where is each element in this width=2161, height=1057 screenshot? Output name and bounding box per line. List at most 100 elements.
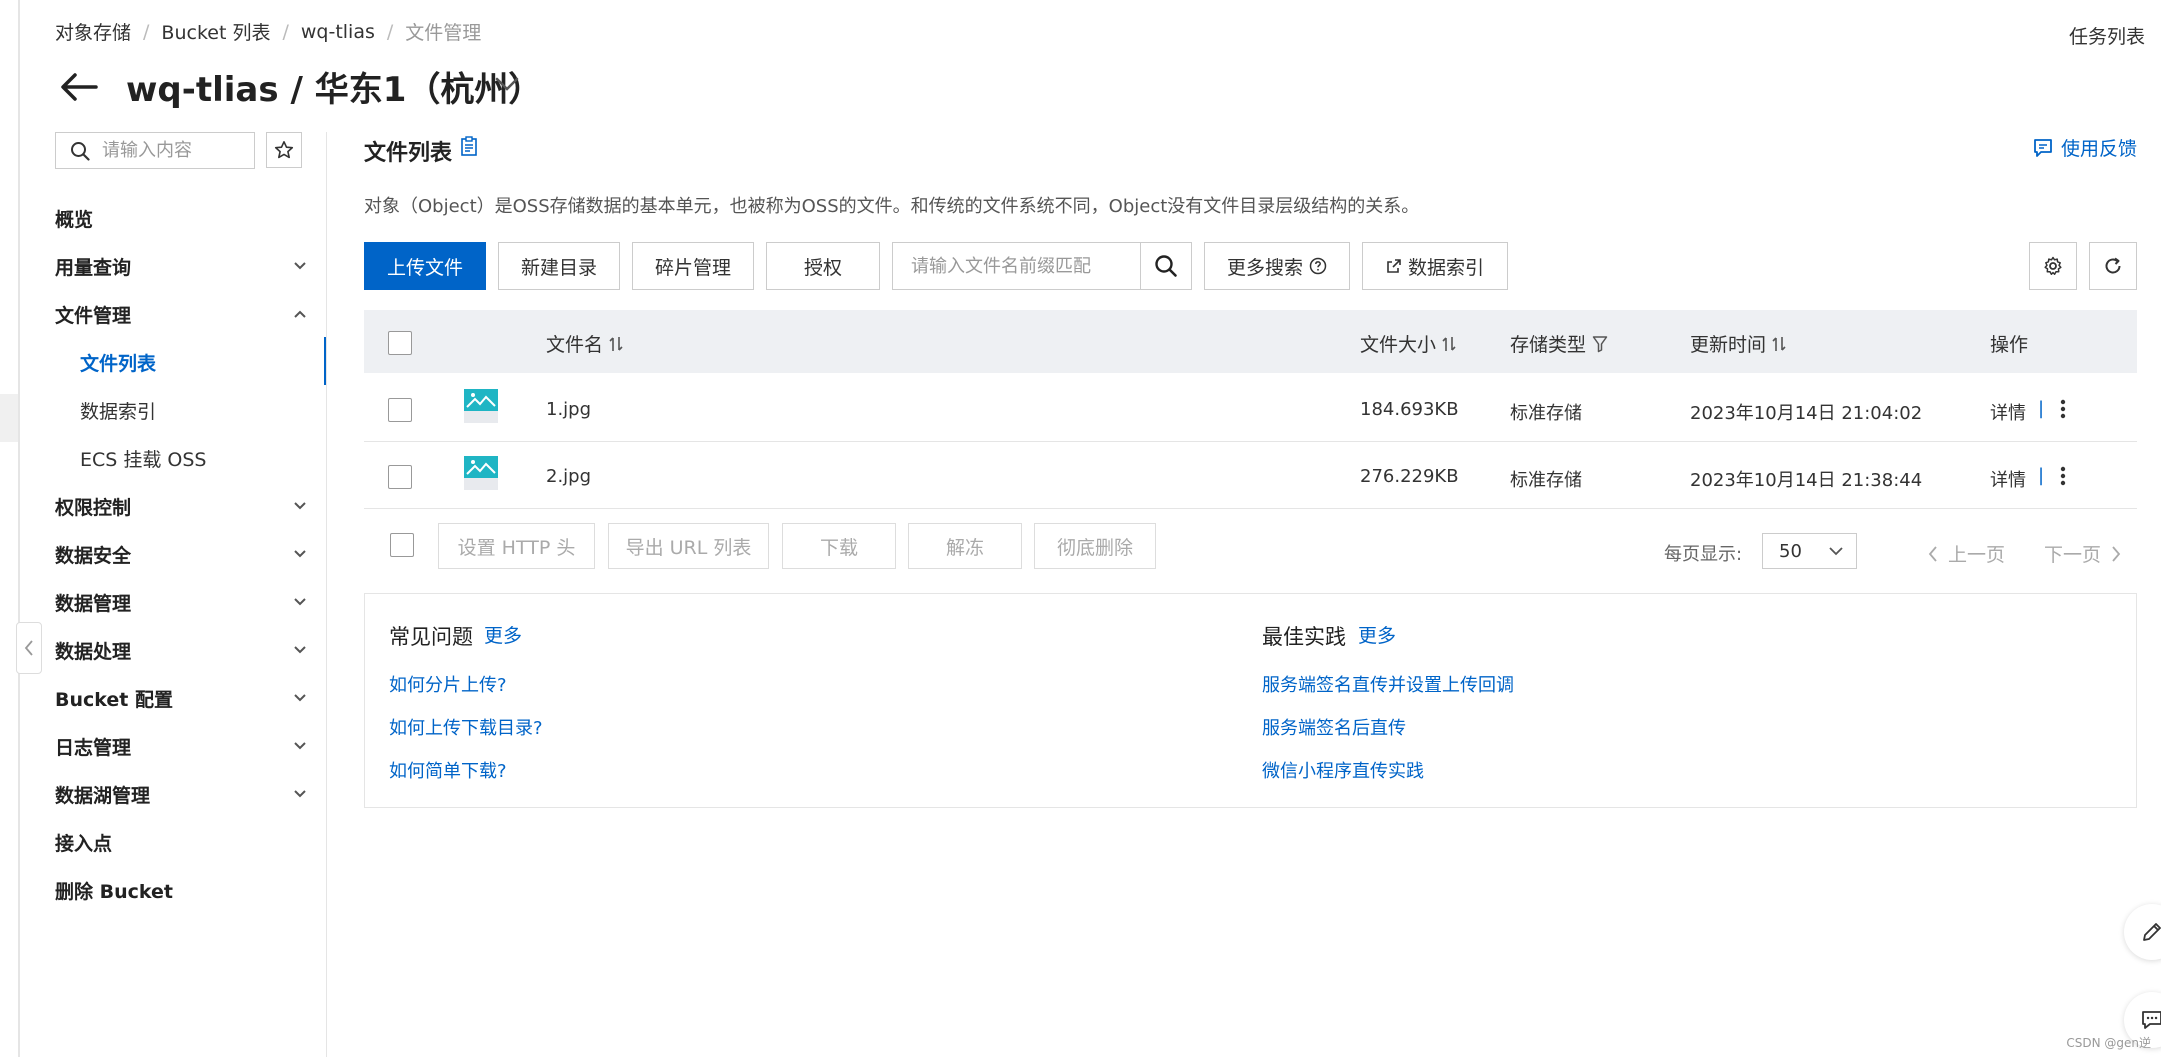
sidebar-item-log-management[interactable]: 日志管理 (55, 726, 315, 766)
page-size-label: 每页显示: (1664, 544, 1743, 565)
left-edge-line (18, 0, 20, 1057)
back-arrow-icon[interactable] (60, 72, 98, 102)
column-header-name[interactable]: 文件名 (546, 330, 623, 357)
region-switch-chevron-icon[interactable] (494, 76, 520, 92)
faq-link[interactable]: 如何上传下载目录? (389, 714, 543, 740)
sidebar-item-label: ECS 挂载 OSS (80, 448, 207, 471)
row-checkbox[interactable] (388, 398, 412, 422)
action-separator: | (2038, 398, 2045, 419)
sidebar-item-data-security[interactable]: 数据安全 (55, 534, 315, 574)
breadcrumb-item-bucket-list[interactable]: Bucket 列表 (161, 18, 270, 45)
column-header-storage-type[interactable]: 存储类型 (1510, 330, 1608, 357)
column-header-actions: 操作 (1990, 330, 2028, 357)
column-header-size[interactable]: 文件大小 (1360, 330, 1456, 357)
edit-floating-button[interactable] (2124, 904, 2161, 960)
sidebar-item-label: 删除 Bucket (55, 880, 173, 903)
sidebar-item-access-point[interactable]: 接入点 (55, 822, 315, 862)
breadcrumb-separator: / (143, 20, 150, 43)
feedback-label: 使用反馈 (2060, 138, 2137, 160)
sidebar-item-overview[interactable]: 概览 (55, 198, 315, 238)
chevron-down-icon (293, 645, 307, 655)
row-checkbox[interactable] (388, 465, 412, 489)
details-link[interactable]: 详情 (1990, 399, 2026, 425)
sidebar-item-label: 数据安全 (55, 544, 132, 567)
column-header-label: 存储类型 (1510, 334, 1587, 356)
previous-page-button[interactable]: 上一页 (1928, 540, 2005, 567)
page-size-select[interactable]: 50 (1762, 533, 1857, 569)
document-icon[interactable] (460, 136, 478, 156)
sidebar-collapse-button[interactable] (16, 622, 42, 674)
sidebar-item-delete-bucket[interactable]: 删除 Bucket (55, 870, 315, 910)
faq-title: 常见问题 (389, 625, 473, 649)
page-title: wq-tlias / 华东1（杭州） (126, 70, 543, 110)
more-search-label: 更多搜索 (1226, 256, 1303, 279)
faq-more-link[interactable]: 更多 (484, 621, 522, 648)
faq-link[interactable]: 如何分片上传? (389, 671, 507, 697)
best-practice-link[interactable]: 服务端签名直传并设置上传回调 (1262, 671, 1514, 697)
download-button[interactable]: 下载 (782, 523, 896, 569)
task-list-link[interactable]: 任务列表 (2069, 22, 2145, 49)
sidebar-item-data-management[interactable]: 数据管理 (55, 582, 315, 622)
faq-link[interactable]: 如何简单下载? (389, 757, 507, 783)
breadcrumb-item-bucket[interactable]: wq-tlias (301, 21, 375, 43)
row-divider (364, 441, 2137, 442)
sort-icon (1436, 335, 1456, 353)
more-search-button[interactable]: 更多搜索 (1204, 242, 1350, 290)
sidebar-divider (326, 132, 327, 1057)
sidebar-item-usage[interactable]: 用量查询 (55, 246, 315, 286)
upload-file-button[interactable]: 上传文件 (364, 242, 486, 290)
file-name-link[interactable]: 1.jpg (546, 399, 591, 420)
file-search-field[interactable] (892, 242, 1141, 290)
data-index-button[interactable]: 数据索引 (1362, 242, 1508, 290)
sidebar-item-ecs-mount[interactable]: ECS 挂载 OSS (80, 438, 320, 478)
image-file-icon (464, 456, 498, 490)
refresh-button[interactable] (2089, 242, 2137, 290)
more-options-icon[interactable] (2058, 398, 2068, 420)
column-header-updated[interactable]: 更新时间 (1690, 330, 1786, 357)
permanent-delete-button[interactable]: 彻底删除 (1034, 523, 1156, 569)
breadcrumb: 对象存储 / Bucket 列表 / wq-tlias / 文件管理 (55, 18, 481, 45)
sidebar-item-label: 用量查询 (55, 256, 132, 279)
more-options-icon[interactable] (2058, 465, 2068, 487)
authorize-button[interactable]: 授权 (766, 242, 880, 290)
breadcrumb-current: 文件管理 (405, 22, 482, 44)
fragment-management-button[interactable]: 碎片管理 (632, 242, 754, 290)
action-separator: | (2038, 465, 2045, 486)
chevron-down-icon (293, 261, 307, 271)
sidebar-item-data-lake[interactable]: 数据湖管理 (55, 774, 315, 814)
set-http-header-button[interactable]: 设置 HTTP 头 (438, 523, 595, 569)
sidebar-search[interactable] (55, 132, 255, 169)
favorite-star-icon[interactable] (266, 132, 302, 168)
pencil-icon (2140, 920, 2161, 944)
sidebar-search-input[interactable] (102, 140, 242, 161)
section-title: 文件列表 (364, 141, 453, 166)
best-practice-more-link[interactable]: 更多 (1358, 621, 1396, 648)
unfreeze-button[interactable]: 解冻 (908, 523, 1022, 569)
next-page-button[interactable]: 下一页 (2044, 540, 2121, 567)
sidebar-item-data-index[interactable]: 数据索引 (80, 390, 320, 430)
sidebar-item-label: 概览 (55, 208, 94, 231)
watermark-text: CSDN @gen逆 (2066, 1036, 2151, 1050)
batch-select-checkbox[interactable] (390, 533, 414, 557)
breadcrumb-item-oss[interactable]: 对象存储 (55, 18, 131, 45)
file-search-input[interactable] (911, 255, 1121, 277)
search-button[interactable] (1141, 242, 1192, 290)
sidebar-item-file-management[interactable]: 文件管理 (55, 294, 315, 334)
details-link[interactable]: 详情 (1990, 466, 2026, 492)
sidebar-item-bucket-config[interactable]: Bucket 配置 (55, 678, 315, 718)
best-practice-link[interactable]: 微信小程序直传实践 (1262, 757, 1424, 783)
sidebar-item-access-control[interactable]: 权限控制 (55, 486, 315, 526)
feedback-link[interactable]: 使用反馈 (2033, 134, 2137, 161)
new-directory-button[interactable]: 新建目录 (498, 242, 620, 290)
best-practice-link[interactable]: 服务端签名后直传 (1262, 714, 1406, 740)
best-practice-title: 最佳实践 (1262, 625, 1346, 649)
export-url-list-button[interactable]: 导出 URL 列表 (608, 523, 769, 569)
sidebar-item-file-list[interactable]: 文件列表 (80, 342, 320, 382)
sidebar-item-label: 数据管理 (55, 592, 132, 615)
file-name-link[interactable]: 2.jpg (546, 466, 591, 487)
column-header-label: 操作 (1990, 334, 2029, 356)
chat-icon (2140, 1008, 2161, 1032)
settings-button[interactable] (2029, 242, 2077, 290)
sidebar-item-data-processing[interactable]: 数据处理 (55, 630, 315, 670)
select-all-checkbox[interactable] (388, 331, 412, 355)
